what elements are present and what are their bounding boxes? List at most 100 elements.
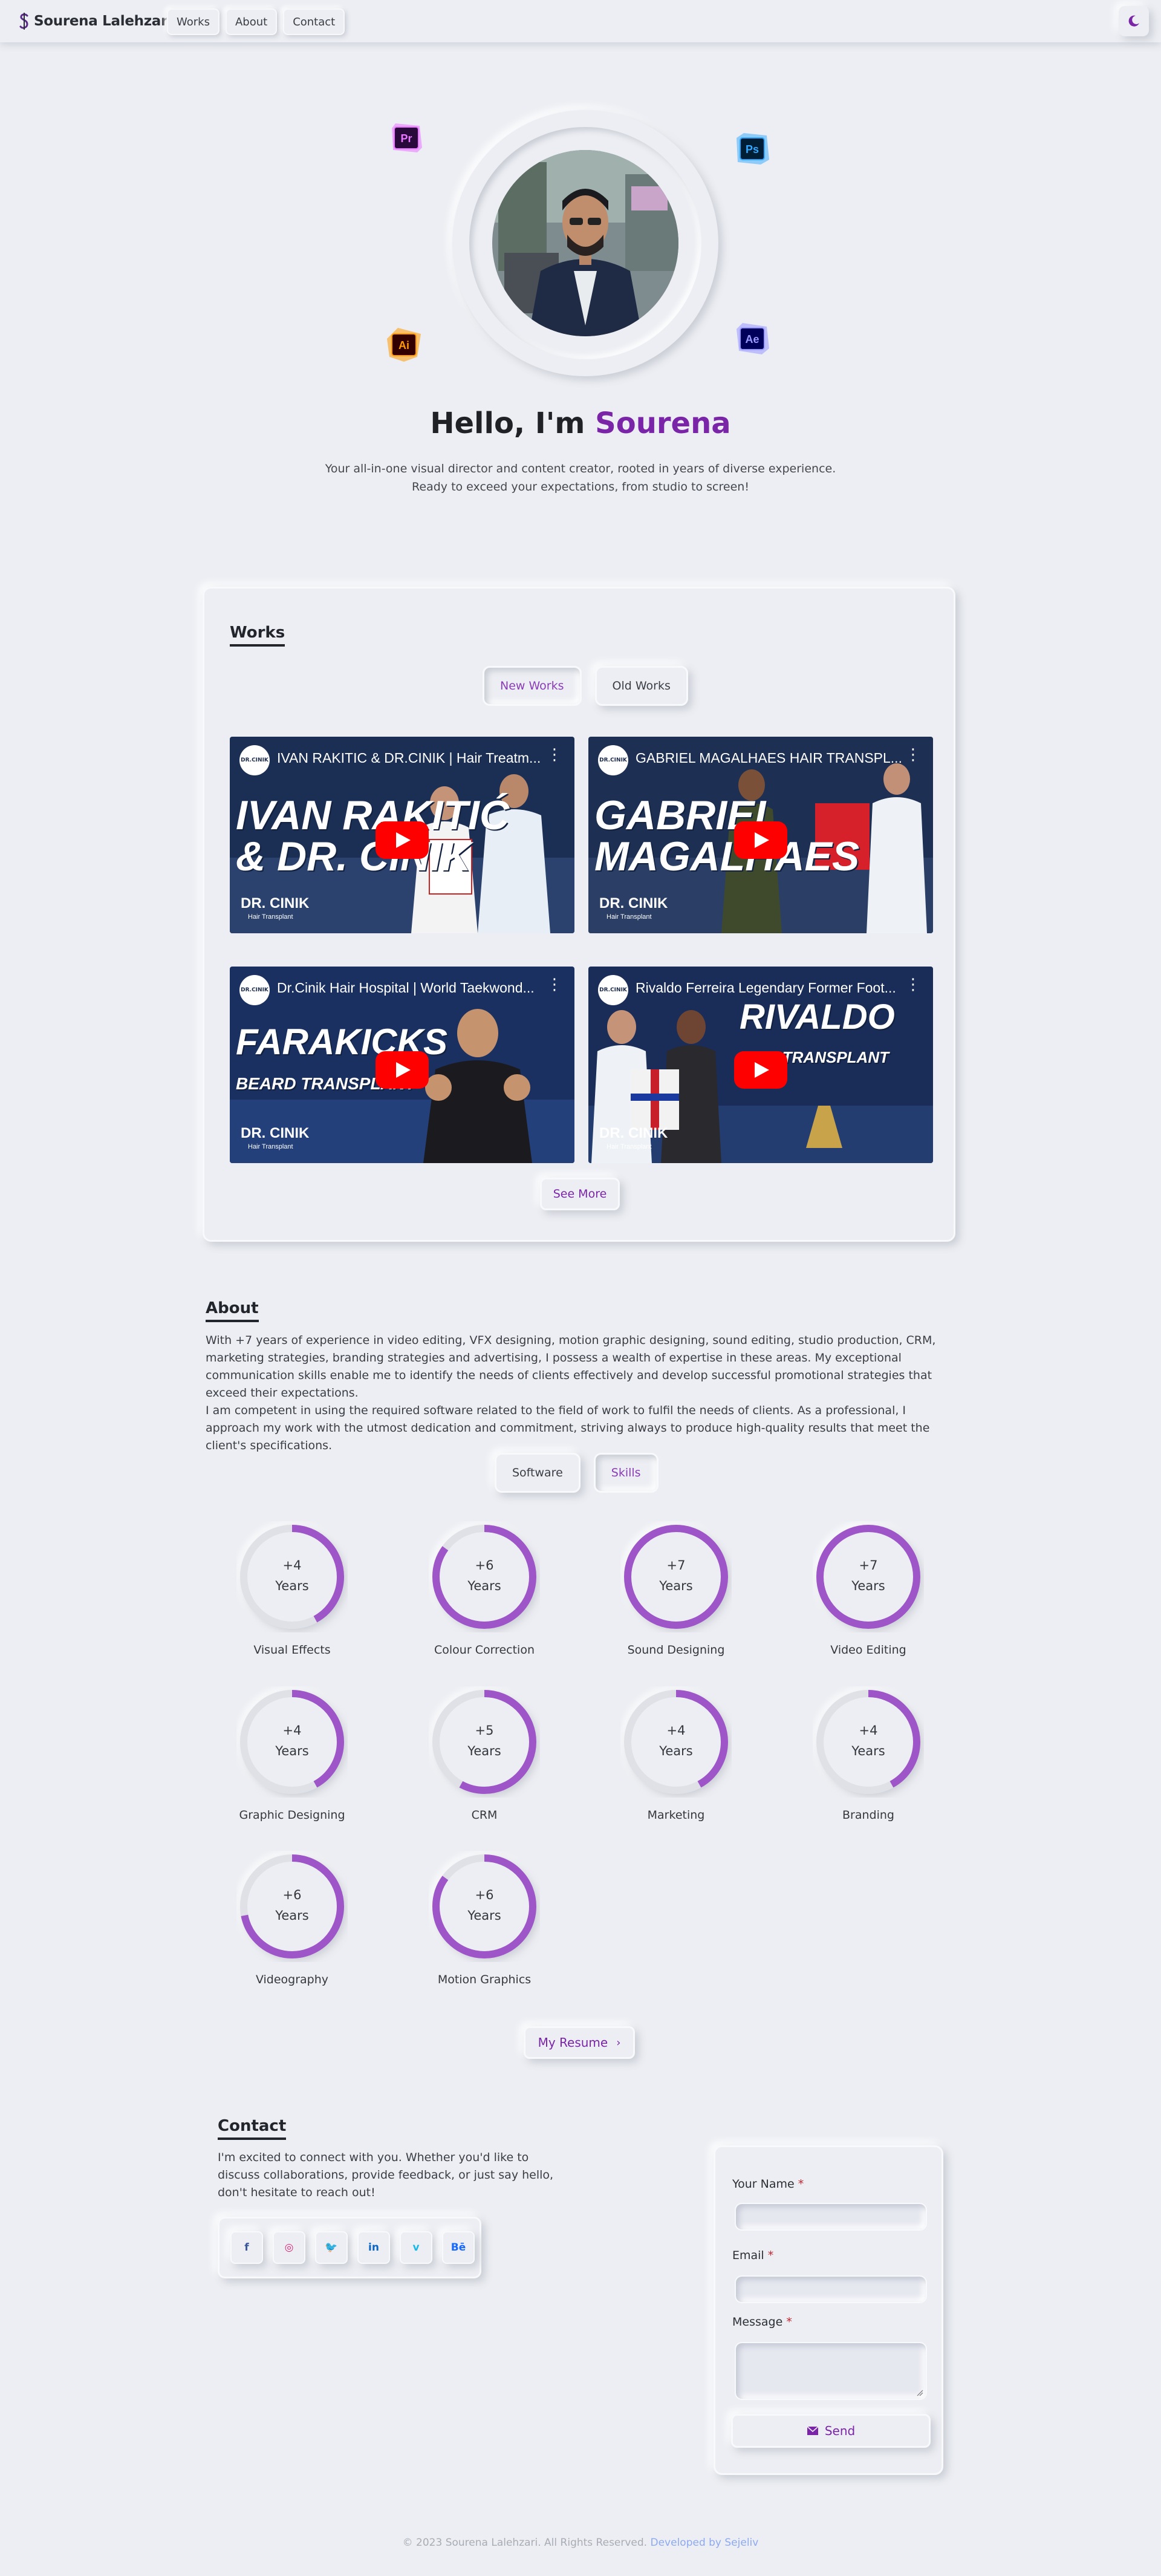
about-text: With +7 years of experience in video edi… bbox=[206, 1332, 955, 1455]
nav-link-works[interactable]: Works bbox=[167, 8, 220, 35]
play-icon[interactable] bbox=[376, 821, 429, 859]
more-options-icon[interactable]: ⋮ bbox=[905, 977, 921, 993]
hero-subtitle-line1: Your all-in-one visual director and cont… bbox=[325, 462, 836, 475]
more-options-icon[interactable]: ⋮ bbox=[547, 747, 562, 763]
hero-subtitle: Your all-in-one visual director and cont… bbox=[278, 460, 883, 496]
twitter-icon[interactable]: 🐦 bbox=[315, 2231, 348, 2264]
skill-name: Visual Effects bbox=[253, 1643, 331, 1657]
more-options-icon[interactable]: ⋮ bbox=[905, 747, 921, 763]
video-title[interactable]: GABRIEL MAGALHAES HAIR TRANSPL... bbox=[636, 750, 920, 766]
skill-years: +6 Years bbox=[467, 1558, 501, 1593]
theme-toggle-button[interactable] bbox=[1119, 6, 1149, 36]
illustrator-icon: Ai bbox=[386, 327, 422, 363]
skill-progress-ring: +4 Years bbox=[236, 1686, 348, 1798]
tab-new-works[interactable]: New Works bbox=[483, 666, 582, 706]
hero-subtitle-line2: Ready to exceed your expectations, from … bbox=[412, 480, 749, 494]
skill-years: +6 Years bbox=[275, 1888, 309, 1923]
skill-progress-ring: +4 Years bbox=[620, 1686, 732, 1798]
see-more-button[interactable]: See More bbox=[540, 1178, 620, 1210]
skill-item: +7 Years Video Editing bbox=[790, 1521, 947, 1657]
play-icon[interactable] bbox=[734, 821, 787, 859]
skill-item: +4 Years Visual Effects bbox=[213, 1521, 371, 1657]
skill-years: +7 Years bbox=[659, 1558, 693, 1593]
skill-item: +7 Years Sound Designing bbox=[597, 1521, 755, 1657]
video-title[interactable]: IVAN RAKITIC & DR.CINIK | Hair Treatm... bbox=[277, 750, 561, 766]
skill-name: CRM bbox=[471, 1808, 498, 1822]
video-title[interactable]: Dr.Cinik Hair Hospital | World Taekwond.… bbox=[277, 980, 561, 996]
s-logo-icon bbox=[19, 13, 28, 30]
nav-link-contact[interactable]: Contact bbox=[283, 8, 345, 35]
video-embed[interactable]: DR.CINIK Rivaldo Ferreira Legendary Form… bbox=[588, 967, 933, 1163]
video-embed[interactable]: DR.CINIK Dr.Cinik Hair Hospital | World … bbox=[230, 967, 574, 1163]
message-field[interactable] bbox=[735, 2342, 927, 2400]
email-field[interactable] bbox=[735, 2275, 927, 2303]
send-button[interactable]: Send bbox=[731, 2414, 931, 2448]
skill-name: Branding bbox=[842, 1808, 894, 1822]
social-links: f ◎ 🐦 in v Bē bbox=[218, 2217, 481, 2278]
envelope-icon bbox=[807, 2426, 819, 2435]
works-title: Works bbox=[230, 624, 285, 647]
works-tabs: New Works Old Works bbox=[483, 666, 688, 706]
facebook-icon[interactable]: f bbox=[230, 2231, 263, 2264]
resume-label: My Resume bbox=[538, 2035, 608, 2050]
video-title[interactable]: Rivaldo Ferreira Legendary Former Foot..… bbox=[636, 980, 920, 996]
skill-name: Videography bbox=[255, 1973, 329, 1986]
hero-name: Sourena bbox=[595, 406, 731, 440]
skill-item: +6 Years Colour Correction bbox=[406, 1521, 563, 1657]
moon-icon bbox=[1128, 15, 1139, 27]
name-label: Your Name * bbox=[732, 2177, 804, 2191]
brand-logo[interactable]: Sourena Lalehzari bbox=[18, 11, 172, 31]
tab-software[interactable]: Software bbox=[495, 1453, 580, 1493]
svg-text:Ai: Ai bbox=[398, 339, 409, 351]
skill-progress-ring: +7 Years bbox=[813, 1521, 924, 1632]
name-field[interactable] bbox=[735, 2203, 927, 2231]
skill-progress-ring: +7 Years bbox=[620, 1521, 732, 1632]
behance-icon[interactable]: Bē bbox=[442, 2231, 475, 2264]
tab-skills[interactable]: Skills bbox=[593, 1453, 659, 1493]
after-effects-icon: Ae bbox=[734, 321, 770, 357]
skill-years: +4 Years bbox=[275, 1558, 309, 1593]
about-tabs: Software Skills bbox=[495, 1453, 659, 1493]
skill-item: +5 Years CRM bbox=[406, 1686, 563, 1822]
play-icon[interactable] bbox=[376, 1051, 429, 1089]
my-resume-button[interactable]: My Resume › bbox=[524, 2026, 635, 2059]
skill-progress-ring: +4 Years bbox=[236, 1521, 348, 1632]
svg-text:Ae: Ae bbox=[745, 333, 759, 345]
skill-progress-ring: +4 Years bbox=[813, 1686, 924, 1798]
instagram-icon[interactable]: ◎ bbox=[273, 2231, 305, 2264]
nav-link-about[interactable]: About bbox=[225, 8, 278, 35]
skill-progress-ring: +6 Years bbox=[429, 1851, 540, 1962]
play-icon[interactable] bbox=[734, 1051, 787, 1089]
skill-progress-ring: +5 Years bbox=[429, 1686, 540, 1798]
skill-name: Motion Graphics bbox=[437, 1973, 532, 1986]
top-navbar: Sourena Lalehzari Works About Contact bbox=[0, 0, 1161, 42]
about-title: About bbox=[206, 1299, 259, 1322]
profile-photo bbox=[492, 150, 678, 336]
linkedin-icon[interactable]: in bbox=[357, 2231, 390, 2264]
hero-heading: Hello, I'm Sourena bbox=[0, 406, 1161, 440]
thumbnail-headline: GABRIEL MAGALHAES bbox=[594, 792, 860, 879]
profile-photo-frame bbox=[452, 110, 718, 376]
send-label: Send bbox=[824, 2424, 856, 2438]
video-embed[interactable]: DR.CINIK IVAN RAKITIC & DR.CINIK | Hair … bbox=[230, 737, 574, 933]
vimeo-icon[interactable]: v bbox=[400, 2231, 432, 2264]
nav-links: Works About Contact bbox=[167, 8, 345, 35]
skill-item: +6 Years Motion Graphics bbox=[406, 1851, 563, 1986]
skill-item: +4 Years Graphic Designing bbox=[213, 1686, 371, 1822]
footer: © 2023 Sourena Lalehzari. All Rights Res… bbox=[0, 2537, 1161, 2549]
thumbnail-brand: DR. CINIK Hair Transplant bbox=[241, 895, 310, 921]
chevron-right-icon: › bbox=[616, 2036, 621, 2049]
skill-years: +6 Years bbox=[467, 1888, 501, 1923]
works-section: Works New Works Old Works DR.CINIK IVAN … bbox=[203, 587, 955, 1242]
skill-name: Video Editing bbox=[830, 1643, 906, 1657]
resize-handle-icon[interactable] bbox=[916, 2389, 923, 2396]
skill-years: +4 Years bbox=[275, 1723, 309, 1758]
developer-link[interactable]: Developed by Sejeliv bbox=[651, 2537, 759, 2549]
contact-title: Contact bbox=[218, 2117, 287, 2140]
video-embed[interactable]: DR.CINIK GABRIEL MAGALHAES HAIR TRANSPL.… bbox=[588, 737, 933, 933]
tab-old-works[interactable]: Old Works bbox=[594, 666, 688, 706]
skill-name: Sound Designing bbox=[627, 1643, 725, 1657]
hero-greeting: Hello, I'm bbox=[430, 406, 585, 440]
more-options-icon[interactable]: ⋮ bbox=[547, 977, 562, 993]
skill-item: +4 Years Marketing bbox=[597, 1686, 755, 1822]
